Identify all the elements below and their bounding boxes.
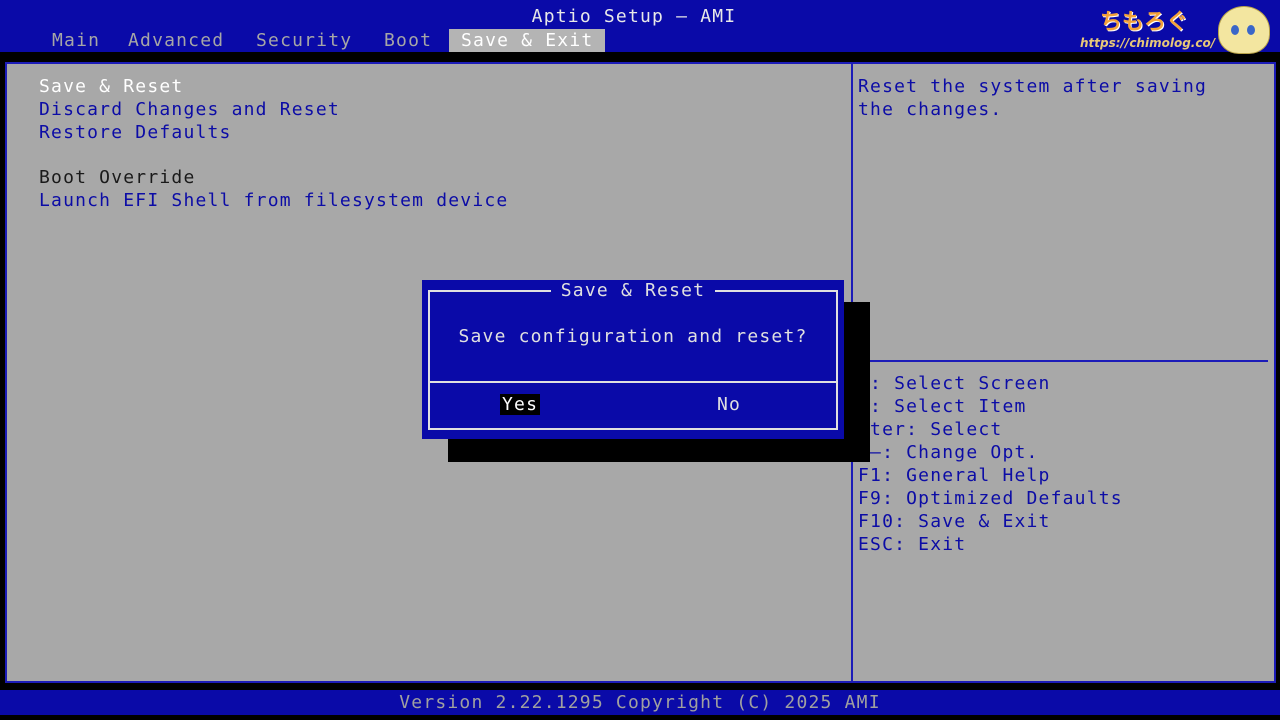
dialog-message: Save configuration and reset? <box>458 326 808 347</box>
key-hint-enter-select: nter: Select <box>858 419 1003 440</box>
help-description-line1: Reset the system after saving <box>858 76 1208 97</box>
tab-main[interactable]: Main <box>40 29 112 52</box>
dialog-title: Save & Reset <box>422 280 844 302</box>
top-bar: Aptio Setup – AMI Main Advanced Security… <box>0 0 1280 54</box>
menu-item-discard-reset[interactable]: Discard Changes and Reset <box>39 99 340 120</box>
dialog-divider <box>428 381 838 383</box>
window-title: Aptio Setup – AMI <box>531 6 737 27</box>
section-heading-boot-override: Boot Override <box>39 167 196 188</box>
mascot-icon <box>1218 6 1270 54</box>
menu-item-save-reset[interactable]: Save & Reset <box>39 76 183 97</box>
key-hint-change-opt: /–: Change Opt. <box>858 442 1039 463</box>
tab-advanced[interactable]: Advanced <box>116 29 236 52</box>
tab-save-exit[interactable]: Save & Exit <box>449 29 606 52</box>
help-separator <box>869 360 1268 362</box>
dialog-frame <box>428 290 838 430</box>
key-hint-exit: ESC: Exit <box>858 534 967 555</box>
bottom-bar: Version 2.22.1295 Copyright (C) 2025 AMI <box>0 690 1280 715</box>
key-hint-save-exit: F10: Save & Exit <box>858 511 1051 532</box>
key-hint-optimized-defaults: F9: Optimized Defaults <box>858 488 1123 509</box>
menu-item-restore-defaults[interactable]: Restore Defaults <box>39 122 232 143</box>
version-text: Version 2.22.1295 Copyright (C) 2025 AMI <box>399 692 881 713</box>
key-hint-select-item: ↓: Select Item <box>858 396 1027 417</box>
tab-security[interactable]: Security <box>244 29 364 52</box>
watermark-url: https://chimolog.co/ <box>1080 36 1216 50</box>
menu-item-launch-efi-shell[interactable]: Launch EFI Shell from filesystem device <box>39 190 508 211</box>
yes-button[interactable]: Yes <box>500 394 541 415</box>
save-reset-dialog: Save & Reset Save configuration and rese… <box>422 280 844 439</box>
key-hint-general-help: F1: General Help <box>858 465 1051 486</box>
watermark-logo-text: ちもろぐ <box>1100 10 1189 35</box>
dialog-title-text: Save & Reset <box>550 280 716 301</box>
key-hint-select-screen: ←: Select Screen <box>858 373 1051 394</box>
tab-boot[interactable]: Boot <box>372 29 444 52</box>
bios-screen: Aptio Setup – AMI Main Advanced Security… <box>0 0 1280 720</box>
no-button[interactable]: No <box>717 394 741 415</box>
help-description-line2: the changes. <box>858 99 1003 120</box>
help-panel: Reset the system after saving the change… <box>853 62 1276 683</box>
